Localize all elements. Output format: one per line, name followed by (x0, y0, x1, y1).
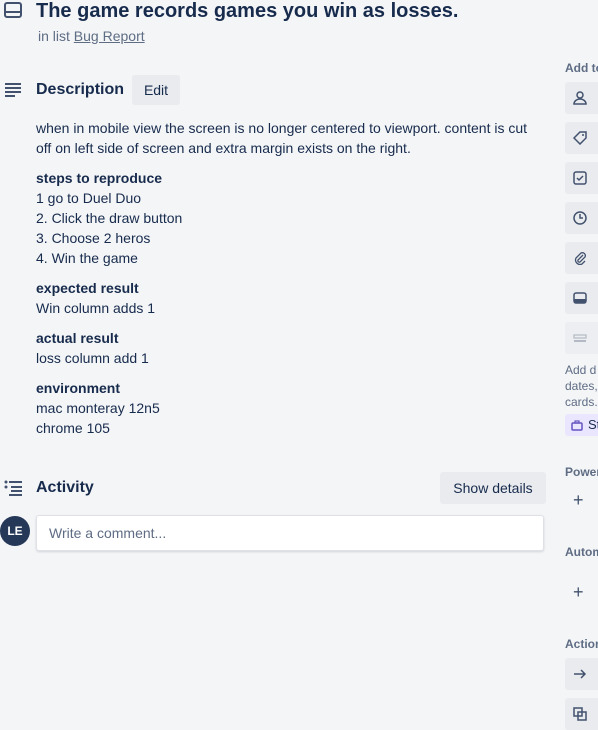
add-powerup-plus-icon[interactable]: + (573, 490, 584, 511)
move-button[interactable] (565, 658, 598, 690)
comment-input[interactable]: Write a comment... (36, 515, 544, 551)
card-icon (4, 2, 22, 18)
actual-text: loss column add 1 (36, 350, 149, 366)
label-icon (573, 131, 587, 145)
expected-text: Win column adds 1 (36, 300, 156, 316)
description-heading: Description (36, 81, 125, 98)
in-list-prefix: in list (38, 28, 70, 44)
description-body[interactable]: when in mobile view the screen is no lon… (36, 118, 536, 448)
member-icon (573, 91, 587, 105)
checklist-icon (573, 171, 587, 185)
hint-line: Add d (565, 363, 597, 377)
hint-line: cards. (565, 395, 598, 409)
step-item: 2. Click the draw button (36, 210, 183, 226)
avatar[interactable]: LE (0, 516, 30, 546)
activity-icon (4, 480, 22, 496)
step-item: 1 go to Duel Duo (36, 190, 142, 206)
environment-item: chrome 105 (36, 420, 110, 436)
members-button[interactable] (565, 82, 598, 114)
step-item: 3. Choose 2 heros (36, 230, 151, 246)
copy-icon (573, 707, 587, 721)
cover-icon (573, 292, 587, 304)
show-details-button[interactable]: Show details (440, 472, 546, 504)
badge-text: St (588, 417, 598, 432)
environment-heading: environment (36, 380, 121, 396)
labels-button[interactable] (565, 122, 598, 154)
step-item: 4. Win the game (36, 250, 138, 266)
actions-heading: Action (565, 637, 598, 651)
copy-button[interactable] (565, 698, 598, 730)
actual-heading: actual result (36, 330, 119, 346)
steps-heading: steps to reproduce (36, 170, 163, 186)
add-automation-plus-icon[interactable]: + (573, 582, 584, 603)
description-icon (5, 83, 21, 97)
description-intro: when in mobile view the screen is no lon… (36, 120, 528, 156)
arrow-right-icon (574, 669, 587, 679)
environment-block: environment mac monteray 12n5 chrome 105 (36, 378, 536, 438)
start-free-trial-badge[interactable]: St (565, 414, 598, 436)
custom-fields-hint: Add d dates, cards. (565, 362, 598, 410)
list-name-link[interactable]: Bug Report (74, 28, 145, 44)
automation-heading: Autom (565, 545, 598, 559)
steps-block: steps to reproduce 1 go to Duel Duo 2. C… (36, 168, 536, 268)
clock-icon (573, 211, 587, 225)
add-to-card-heading: Add to (565, 61, 598, 75)
edit-description-button[interactable]: Edit (132, 75, 180, 105)
actual-block: actual result loss column add 1 (36, 328, 536, 368)
briefcase-icon (571, 420, 583, 431)
attachment-button[interactable] (565, 242, 598, 274)
card-title[interactable]: The game records games you win as losses… (36, 0, 458, 22)
activity-heading: Activity (36, 479, 94, 496)
expected-block: expected result Win column adds 1 (36, 278, 536, 318)
paperclip-icon (574, 252, 586, 265)
powerups-heading: Power (565, 465, 598, 479)
hint-line: dates, (565, 379, 598, 393)
cover-button[interactable] (565, 282, 598, 314)
custom-fields-button[interactable] (565, 322, 598, 354)
in-list-text: in list Bug Report (38, 28, 145, 44)
custom-field-icon (573, 334, 587, 342)
environment-item: mac monteray 12n5 (36, 400, 160, 416)
expected-heading: expected result (36, 280, 139, 296)
dates-button[interactable] (565, 202, 598, 234)
checklist-button[interactable] (565, 162, 598, 194)
